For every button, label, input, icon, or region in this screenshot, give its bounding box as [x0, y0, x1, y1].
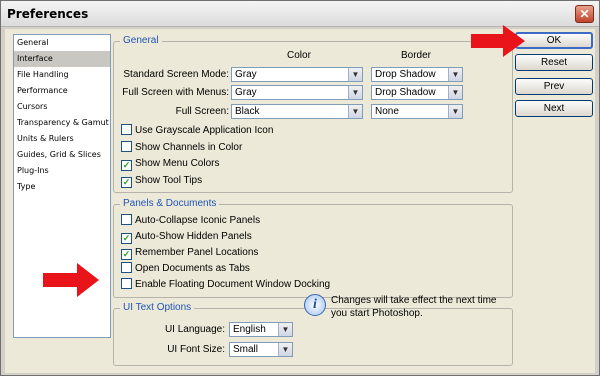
checkbox-box[interactable]: [121, 140, 132, 152]
checkbox-label: Show Menu Colors: [135, 158, 220, 169]
checkbox-label: Enable Floating Document Window Docking: [135, 279, 331, 290]
chevron-down-icon: ▼: [348, 86, 362, 99]
chevron-down-icon: ▼: [348, 105, 362, 118]
category-item[interactable]: Type: [14, 179, 110, 195]
restart-note: Changes will take effect the next time y…: [331, 295, 497, 319]
checkbox-box[interactable]: [121, 214, 132, 225]
checkbox-label: Auto-Show Hidden Panels: [135, 231, 252, 242]
category-item[interactable]: Interface: [14, 51, 110, 67]
checkbox-option[interactable]: ✓ Show Tool Tips: [121, 174, 202, 188]
standard-screen-mode-label: Standard Screen Mode:: [123, 69, 229, 80]
category-item[interactable]: Plug-Ins: [14, 163, 110, 179]
close-button[interactable]: ✕: [575, 5, 594, 23]
general-group-title: General: [120, 35, 162, 47]
checkmark-icon[interactable]: ✓: [121, 249, 132, 260]
checkbox-box[interactable]: [121, 278, 132, 289]
category-item[interactable]: Guides, Grid & Slices: [14, 147, 110, 163]
checkbox-option[interactable]: ✓ Auto-Show Hidden Panels: [121, 230, 252, 244]
checkbox-option[interactable]: Open Documents as Tabs: [121, 262, 250, 276]
checkmark-icon[interactable]: ✓: [121, 160, 132, 171]
color-column-header: Color: [287, 50, 311, 61]
window-title: Preferences: [7, 7, 89, 21]
full-screen-border-select[interactable]: None ▼: [371, 104, 463, 119]
chevron-down-icon: ▼: [278, 343, 292, 356]
checkbox-label: Remember Panel Locations: [135, 247, 259, 258]
standard-screen-color-select[interactable]: Gray ▼: [231, 67, 363, 82]
checkbox-label: Use Grayscale Application Icon: [135, 125, 274, 136]
category-item[interactable]: Units & Rulers: [14, 131, 110, 147]
reset-button[interactable]: Reset: [515, 54, 593, 71]
title-bar: Preferences ✕: [1, 1, 599, 27]
ui-text-options-title: UI Text Options: [120, 302, 195, 314]
ok-button[interactable]: OK: [515, 32, 593, 49]
checkbox-option[interactable]: ✓ Show Menu Colors: [121, 157, 219, 171]
checkmark-icon[interactable]: ✓: [121, 233, 132, 244]
category-item[interactable]: Performance: [14, 83, 110, 99]
full-screen-menus-color-select[interactable]: Gray ▼: [231, 85, 363, 100]
info-icon: i: [304, 294, 326, 316]
checkbox-label: Auto-Collapse Iconic Panels: [135, 215, 261, 226]
chevron-down-icon: ▼: [448, 86, 462, 99]
prev-button[interactable]: Prev: [515, 78, 593, 95]
checkbox-option[interactable]: Auto-Collapse Iconic Panels: [121, 214, 260, 228]
category-item[interactable]: Transparency & Gamut: [14, 115, 110, 131]
checkbox-option[interactable]: Use Grayscale Application Icon: [121, 124, 273, 138]
category-item[interactable]: File Handling: [14, 67, 110, 83]
checkmark-icon[interactable]: ✓: [121, 176, 132, 188]
full-screen-menus-label: Full Screen with Menus:: [122, 87, 229, 98]
full-screen-label: Full Screen:: [175, 106, 229, 117]
dialog-body: General Interface File Handling Performance…: [5, 29, 595, 373]
next-button[interactable]: Next: [515, 100, 593, 117]
category-item[interactable]: Cursors: [14, 99, 110, 115]
checkbox-option[interactable]: Enable Floating Document Window Docking: [121, 278, 330, 292]
ui-font-size-label: UI Font Size:: [167, 344, 225, 355]
chevron-down-icon: ▼: [278, 323, 292, 336]
close-icon: ✕: [579, 7, 590, 21]
chevron-down-icon: ▼: [448, 68, 462, 81]
category-item[interactable]: General: [14, 35, 110, 51]
red-arrow-icon: [471, 25, 525, 57]
checkbox-box[interactable]: [121, 124, 132, 135]
border-column-header: Border: [401, 50, 432, 61]
full-screen-color-select[interactable]: Black ▼: [231, 104, 363, 119]
ui-language-select[interactable]: English ▼: [229, 322, 293, 337]
checkbox-label: Show Tool Tips: [135, 174, 203, 186]
checkbox-option[interactable]: Show Channels in Color: [121, 140, 243, 155]
full-screen-menus-border-select[interactable]: Drop Shadow ▼: [371, 85, 463, 100]
standard-screen-border-select[interactable]: Drop Shadow ▼: [371, 67, 463, 82]
red-arrow-icon: [43, 263, 99, 297]
panels-documents-title: Panels & Documents: [120, 198, 220, 210]
chevron-down-icon: ▼: [448, 105, 462, 118]
chevron-down-icon: ▼: [348, 68, 362, 81]
checkbox-box[interactable]: [121, 262, 132, 273]
checkbox-label: Show Channels in Color: [135, 141, 243, 153]
ui-font-size-select[interactable]: Small ▼: [229, 342, 293, 357]
checkbox-label: Open Documents as Tabs: [135, 263, 250, 274]
preferences-window: Preferences ✕ General Interface File Handl…: [0, 0, 600, 376]
checkbox-option[interactable]: ✓ Remember Panel Locations: [121, 246, 258, 260]
ui-language-label: UI Language:: [164, 324, 225, 335]
